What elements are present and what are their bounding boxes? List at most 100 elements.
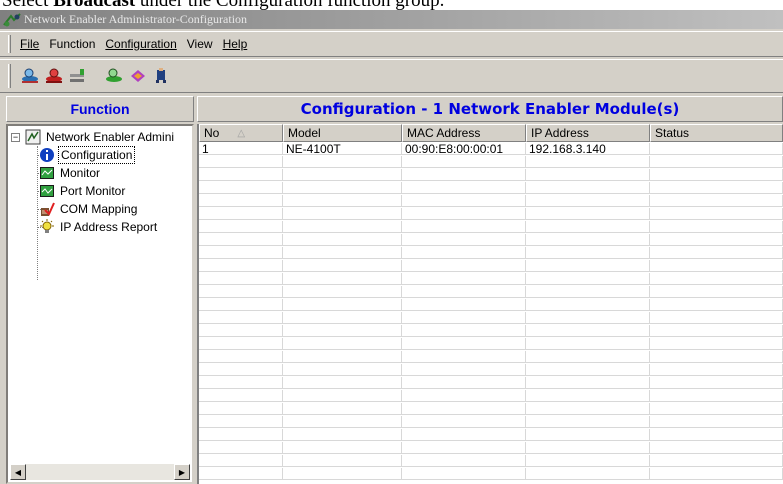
menu-configuration[interactable]: Configuration	[100, 35, 181, 53]
monitor-icon[interactable]	[103, 65, 125, 87]
tree-expander[interactable]: −	[11, 133, 20, 142]
table-cell-no	[199, 455, 283, 467]
empty-row	[199, 468, 783, 480]
table-cell-no	[199, 468, 283, 480]
menu-help[interactable]: Help	[218, 35, 253, 53]
empty-row	[199, 169, 783, 181]
table-cell-status	[650, 156, 783, 168]
port-monitor-icon	[39, 183, 55, 199]
table-cell-ip	[526, 182, 650, 194]
table-cell-ip	[526, 169, 650, 181]
empty-row	[199, 351, 783, 363]
table-cell-mac	[402, 299, 526, 311]
column-header-no[interactable]: No △	[199, 124, 283, 142]
search-server-icon[interactable]	[19, 65, 41, 87]
table-cell-mac	[402, 455, 526, 467]
tree-item-com-mapping[interactable]: COM Mapping	[39, 200, 139, 218]
table-cell-ip	[526, 390, 650, 402]
table-cell-model	[283, 390, 402, 402]
table-row[interactable]: 1 NE-4100T 00:90:E8:00:00:01 192.168.3.140	[199, 143, 783, 155]
table-cell-ip	[526, 403, 650, 415]
sort-ascending-icon: △	[237, 127, 246, 139]
table-cell-model	[283, 156, 402, 168]
table-cell-mac: 00:90:E8:00:00:01	[402, 143, 526, 155]
table-cell-model	[283, 312, 402, 324]
tree-item-configuration[interactable]: Configuration	[39, 146, 136, 164]
empty-row	[199, 208, 783, 220]
empty-row	[199, 416, 783, 428]
tree-item-ip-address-report[interactable]: IP Address Report	[39, 218, 159, 236]
title-bar[interactable]: Network Enabler Administrator-Configurat…	[0, 10, 783, 29]
column-header-status[interactable]: Status	[650, 124, 783, 142]
tree-item-label: Configuration	[58, 146, 136, 164]
table-cell-ip	[526, 468, 650, 480]
table-cell-mac	[402, 156, 526, 168]
menu-view[interactable]: View	[182, 35, 218, 53]
table-cell-ip	[526, 299, 650, 311]
settings-icon[interactable]	[67, 65, 89, 87]
table-cell-status	[650, 442, 783, 454]
empty-row	[199, 234, 783, 246]
table-cell-no	[199, 416, 283, 428]
table-cell-model	[283, 455, 402, 467]
table-cell-ip	[526, 156, 650, 168]
table-cell-status	[650, 143, 783, 155]
tree-item-monitor[interactable]: Monitor	[39, 164, 102, 182]
table-cell-mac	[402, 234, 526, 246]
table-cell-mac	[402, 260, 526, 272]
table-cell-ip	[526, 312, 650, 324]
table-cell-model	[283, 247, 402, 259]
table-cell-no	[199, 169, 283, 181]
table-cell-mac	[402, 169, 526, 181]
table-cell-status	[650, 338, 783, 350]
table-cell-status	[650, 390, 783, 402]
column-header-model[interactable]: Model	[283, 124, 402, 142]
user-icon[interactable]	[151, 65, 173, 87]
scroll-right-icon[interactable]: ▶	[174, 464, 190, 480]
table-cell-no	[199, 182, 283, 194]
table-cell-no	[199, 234, 283, 246]
table-cell-ip	[526, 273, 650, 285]
table-cell-mac	[402, 403, 526, 415]
table-cell-ip	[526, 221, 650, 233]
menu-file[interactable]: File	[15, 35, 44, 53]
column-header-ip-address[interactable]: IP Address	[526, 124, 650, 142]
tree-item-port-monitor[interactable]: Port Monitor	[39, 182, 127, 200]
table-cell-model	[283, 286, 402, 298]
table-cell-model: NE-4100T	[283, 143, 402, 155]
empty-row	[199, 260, 783, 272]
table-cell-no	[199, 156, 283, 168]
table-cell-ip	[526, 416, 650, 428]
broadcast-icon[interactable]	[43, 65, 65, 87]
table-cell-model	[283, 208, 402, 220]
menu-function[interactable]: Function	[44, 35, 100, 53]
empty-row	[199, 338, 783, 350]
table-cell-status	[650, 182, 783, 194]
function-panel: Function − Network Enabler Admini Config…	[6, 96, 194, 484]
table-cell-mac	[402, 221, 526, 233]
table-cell-ip	[526, 234, 650, 246]
configuration-panel: Configuration - 1 Network Enabler Module…	[197, 96, 783, 484]
column-header-mac-address[interactable]: MAC Address	[402, 124, 526, 142]
table-cell-mac	[402, 416, 526, 428]
table-cell-status	[650, 377, 783, 389]
tree-horizontal-scrollbar[interactable]: ◀ ▶	[10, 464, 190, 480]
disk-icon[interactable]	[127, 65, 149, 87]
table-cell-ip: 192.168.3.140	[526, 143, 650, 155]
configuration-header: Configuration - 1 Network Enabler Module…	[197, 96, 783, 122]
table-cell-no	[199, 273, 283, 285]
table-cell-ip	[526, 325, 650, 337]
table-cell-mac	[402, 273, 526, 285]
empty-row	[199, 312, 783, 324]
tree-root[interactable]: Network Enabler Admini	[25, 128, 176, 146]
table-cell-model	[283, 351, 402, 363]
window-title: Network Enabler Administrator-Configurat…	[24, 12, 248, 26]
table-cell-no	[199, 221, 283, 233]
table-cell-status	[650, 416, 783, 428]
table-cell-model	[283, 325, 402, 337]
scroll-left-icon[interactable]: ◀	[10, 464, 26, 480]
toolbar-grip	[8, 64, 11, 88]
menu-bar: File Function Configuration View Help	[0, 31, 783, 57]
table-cell-no	[199, 364, 283, 376]
table-cell-status	[650, 351, 783, 363]
